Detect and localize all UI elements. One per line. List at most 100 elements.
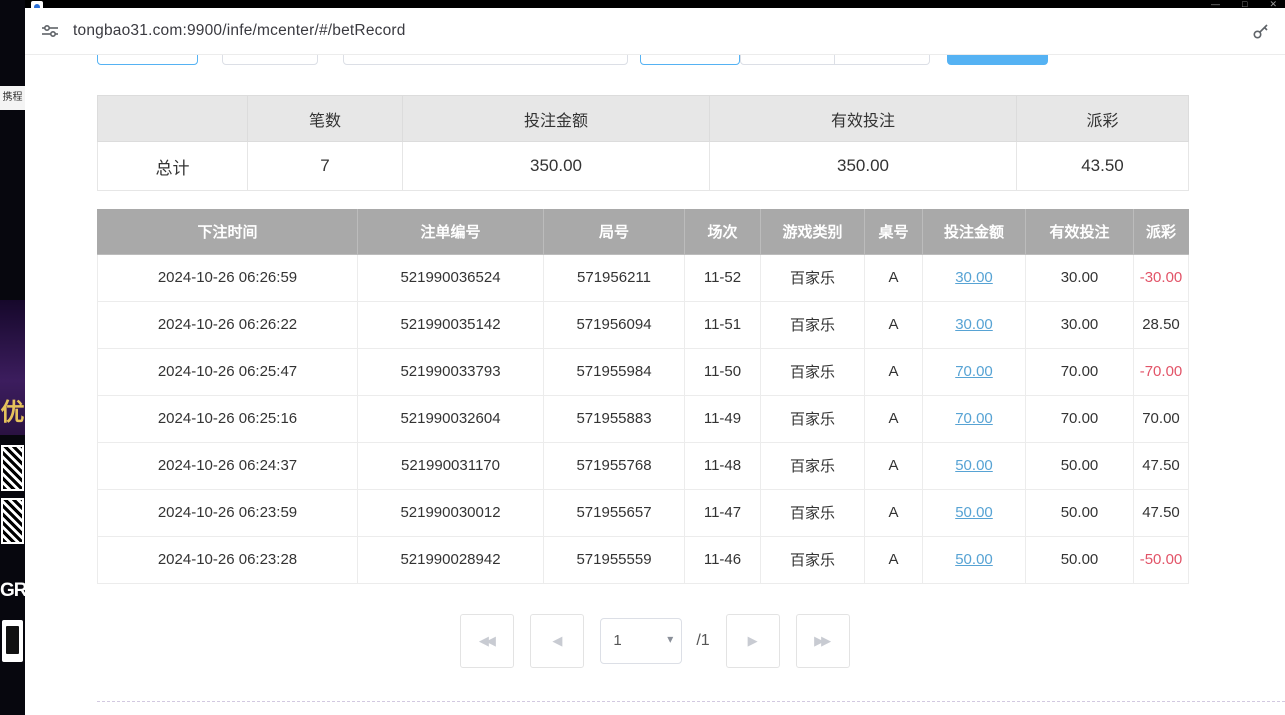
minimize-icon[interactable]: — bbox=[1211, 0, 1220, 8]
cell-round-id: 571955883 bbox=[544, 395, 685, 442]
cell-round-id: 571955559 bbox=[544, 536, 685, 583]
cell-round-id: 571955657 bbox=[544, 489, 685, 536]
filter-button-2[interactable] bbox=[222, 55, 318, 65]
table-row: 2024-10-26 06:24:37521990031170571955768… bbox=[98, 442, 1189, 489]
bet-record-page: 笔数 投注金额 有效投注 派彩 总计 7 350.00 350.00 43.50 bbox=[25, 55, 1285, 715]
cell-game-type: 百家乐 bbox=[761, 301, 865, 348]
summary-total-row: 总计 7 350.00 350.00 43.50 bbox=[98, 142, 1189, 191]
header-table-no: 桌号 bbox=[865, 209, 923, 254]
bet-amount-link[interactable]: 50.00 bbox=[955, 504, 993, 521]
cell-table-no: A bbox=[865, 536, 923, 583]
cell-bet-time: 2024-10-26 06:24:37 bbox=[98, 442, 358, 489]
cell-round-id: 571956211 bbox=[544, 254, 685, 301]
search-button[interactable] bbox=[947, 55, 1048, 65]
first-page-button[interactable]: ◀◀ bbox=[460, 614, 514, 668]
close-icon[interactable]: ✕ bbox=[1269, 0, 1277, 8]
address-bar[interactable]: tongbao31.com:9900/infe/mcenter/#/betRec… bbox=[25, 8, 1285, 55]
cell-table-no: A bbox=[865, 301, 923, 348]
cell-bet-time: 2024-10-26 06:23:59 bbox=[98, 489, 358, 536]
maximize-icon[interactable]: □ bbox=[1242, 0, 1247, 8]
table-row: 2024-10-26 06:26:22521990035142571956094… bbox=[98, 301, 1189, 348]
last-page-button[interactable]: ▶▶ bbox=[796, 614, 850, 668]
background-site-label: 携程 bbox=[0, 86, 25, 110]
summary-header-bet-amount: 投注金额 bbox=[403, 96, 710, 142]
table-row: 2024-10-26 06:23:59521990030012571955657… bbox=[98, 489, 1189, 536]
summary-header-blank bbox=[98, 96, 248, 142]
pagination: ◀◀ ◀ 1 ▾ /1 ▶ ▶▶ bbox=[25, 614, 1285, 668]
filter-button-1[interactable] bbox=[97, 55, 198, 65]
cell-payout: 28.50 bbox=[1134, 301, 1189, 348]
cell-game-type: 百家乐 bbox=[761, 348, 865, 395]
cell-table-no: A bbox=[865, 348, 923, 395]
cell-bet-id: 521990028942 bbox=[358, 536, 544, 583]
cell-valid-bet: 30.00 bbox=[1026, 254, 1134, 301]
browser-tab-bar: — □ ✕ bbox=[25, 0, 1285, 8]
url-text[interactable]: tongbao31.com:9900/infe/mcenter/#/betRec… bbox=[73, 22, 406, 40]
cell-payout: -70.00 bbox=[1134, 348, 1189, 395]
cell-session: 11-48 bbox=[685, 442, 761, 489]
cell-bet-amount: 70.00 bbox=[923, 395, 1026, 442]
header-bet-amount: 投注金额 bbox=[923, 209, 1026, 254]
summary-header-count: 笔数 bbox=[248, 96, 403, 142]
cell-session: 11-51 bbox=[685, 301, 761, 348]
cell-bet-time: 2024-10-26 06:26:22 bbox=[98, 301, 358, 348]
cell-bet-amount: 50.00 bbox=[923, 442, 1026, 489]
cell-table-no: A bbox=[865, 489, 923, 536]
summary-payout-value: 43.50 bbox=[1017, 142, 1189, 191]
summary-valid-bet-value: 350.00 bbox=[710, 142, 1017, 191]
cell-valid-bet: 50.00 bbox=[1026, 489, 1134, 536]
filter-button-4[interactable] bbox=[740, 55, 835, 65]
background-window-strip: 携程 优 GR bbox=[0, 0, 25, 715]
cell-bet-time: 2024-10-26 06:25:47 bbox=[98, 348, 358, 395]
filter-button-3[interactable] bbox=[640, 55, 740, 65]
dashed-divider bbox=[97, 701, 1285, 702]
bet-amount-link[interactable]: 50.00 bbox=[955, 551, 993, 568]
bet-amount-link[interactable]: 70.00 bbox=[955, 363, 993, 380]
tab-favicon-icon bbox=[31, 1, 43, 8]
cell-table-no: A bbox=[865, 442, 923, 489]
cell-session: 11-46 bbox=[685, 536, 761, 583]
cell-bet-amount: 30.00 bbox=[923, 301, 1026, 348]
cell-table-no: A bbox=[865, 254, 923, 301]
background-gr-text: GR bbox=[0, 580, 25, 602]
cell-round-id: 571955984 bbox=[544, 348, 685, 395]
cell-session: 11-47 bbox=[685, 489, 761, 536]
cell-valid-bet: 70.00 bbox=[1026, 348, 1134, 395]
cell-game-type: 百家乐 bbox=[761, 536, 865, 583]
table-row: 2024-10-26 06:25:47521990033793571955984… bbox=[98, 348, 1189, 395]
site-settings-icon[interactable] bbox=[40, 21, 60, 41]
cell-table-no: A bbox=[865, 395, 923, 442]
cell-bet-time: 2024-10-26 06:23:28 bbox=[98, 536, 358, 583]
page-select-wrap: 1 ▾ bbox=[600, 618, 682, 664]
cell-game-type: 百家乐 bbox=[761, 254, 865, 301]
bet-record-table: 下注时间 注单编号 局号 场次 游戏类别 桌号 投注金额 有效投注 派彩 202… bbox=[97, 209, 1189, 584]
bet-amount-link[interactable]: 70.00 bbox=[955, 410, 993, 427]
cell-bet-time: 2024-10-26 06:26:59 bbox=[98, 254, 358, 301]
password-key-icon[interactable] bbox=[1251, 21, 1271, 41]
date-range-input[interactable] bbox=[343, 55, 628, 65]
filter-row bbox=[97, 55, 1188, 65]
window-controls[interactable]: — □ ✕ bbox=[1211, 0, 1277, 8]
header-game-type: 游戏类别 bbox=[761, 209, 865, 254]
next-page-button[interactable]: ▶ bbox=[726, 614, 780, 668]
cell-bet-id: 521990032604 bbox=[358, 395, 544, 442]
summary-header-payout: 派彩 bbox=[1017, 96, 1189, 142]
cell-round-id: 571956094 bbox=[544, 301, 685, 348]
prev-page-button[interactable]: ◀ bbox=[530, 614, 584, 668]
header-session: 场次 bbox=[685, 209, 761, 254]
bet-amount-link[interactable]: 30.00 bbox=[955, 269, 993, 286]
summary-table: 笔数 投注金额 有效投注 派彩 总计 7 350.00 350.00 43.50 bbox=[97, 95, 1189, 191]
header-bet-id: 注单编号 bbox=[358, 209, 544, 254]
cell-bet-amount: 70.00 bbox=[923, 348, 1026, 395]
cell-valid-bet: 70.00 bbox=[1026, 395, 1134, 442]
summary-header-valid-bet: 有效投注 bbox=[710, 96, 1017, 142]
page-select[interactable]: 1 bbox=[600, 618, 682, 664]
bet-amount-link[interactable]: 50.00 bbox=[955, 457, 993, 474]
summary-header-row: 笔数 投注金额 有效投注 派彩 bbox=[98, 96, 1189, 142]
cell-payout: 47.50 bbox=[1134, 442, 1189, 489]
cell-bet-id: 521990035142 bbox=[358, 301, 544, 348]
filter-button-5[interactable] bbox=[835, 55, 930, 65]
header-round-id: 局号 bbox=[544, 209, 685, 254]
bet-amount-link[interactable]: 30.00 bbox=[955, 316, 993, 333]
summary-count-value: 7 bbox=[248, 142, 403, 191]
